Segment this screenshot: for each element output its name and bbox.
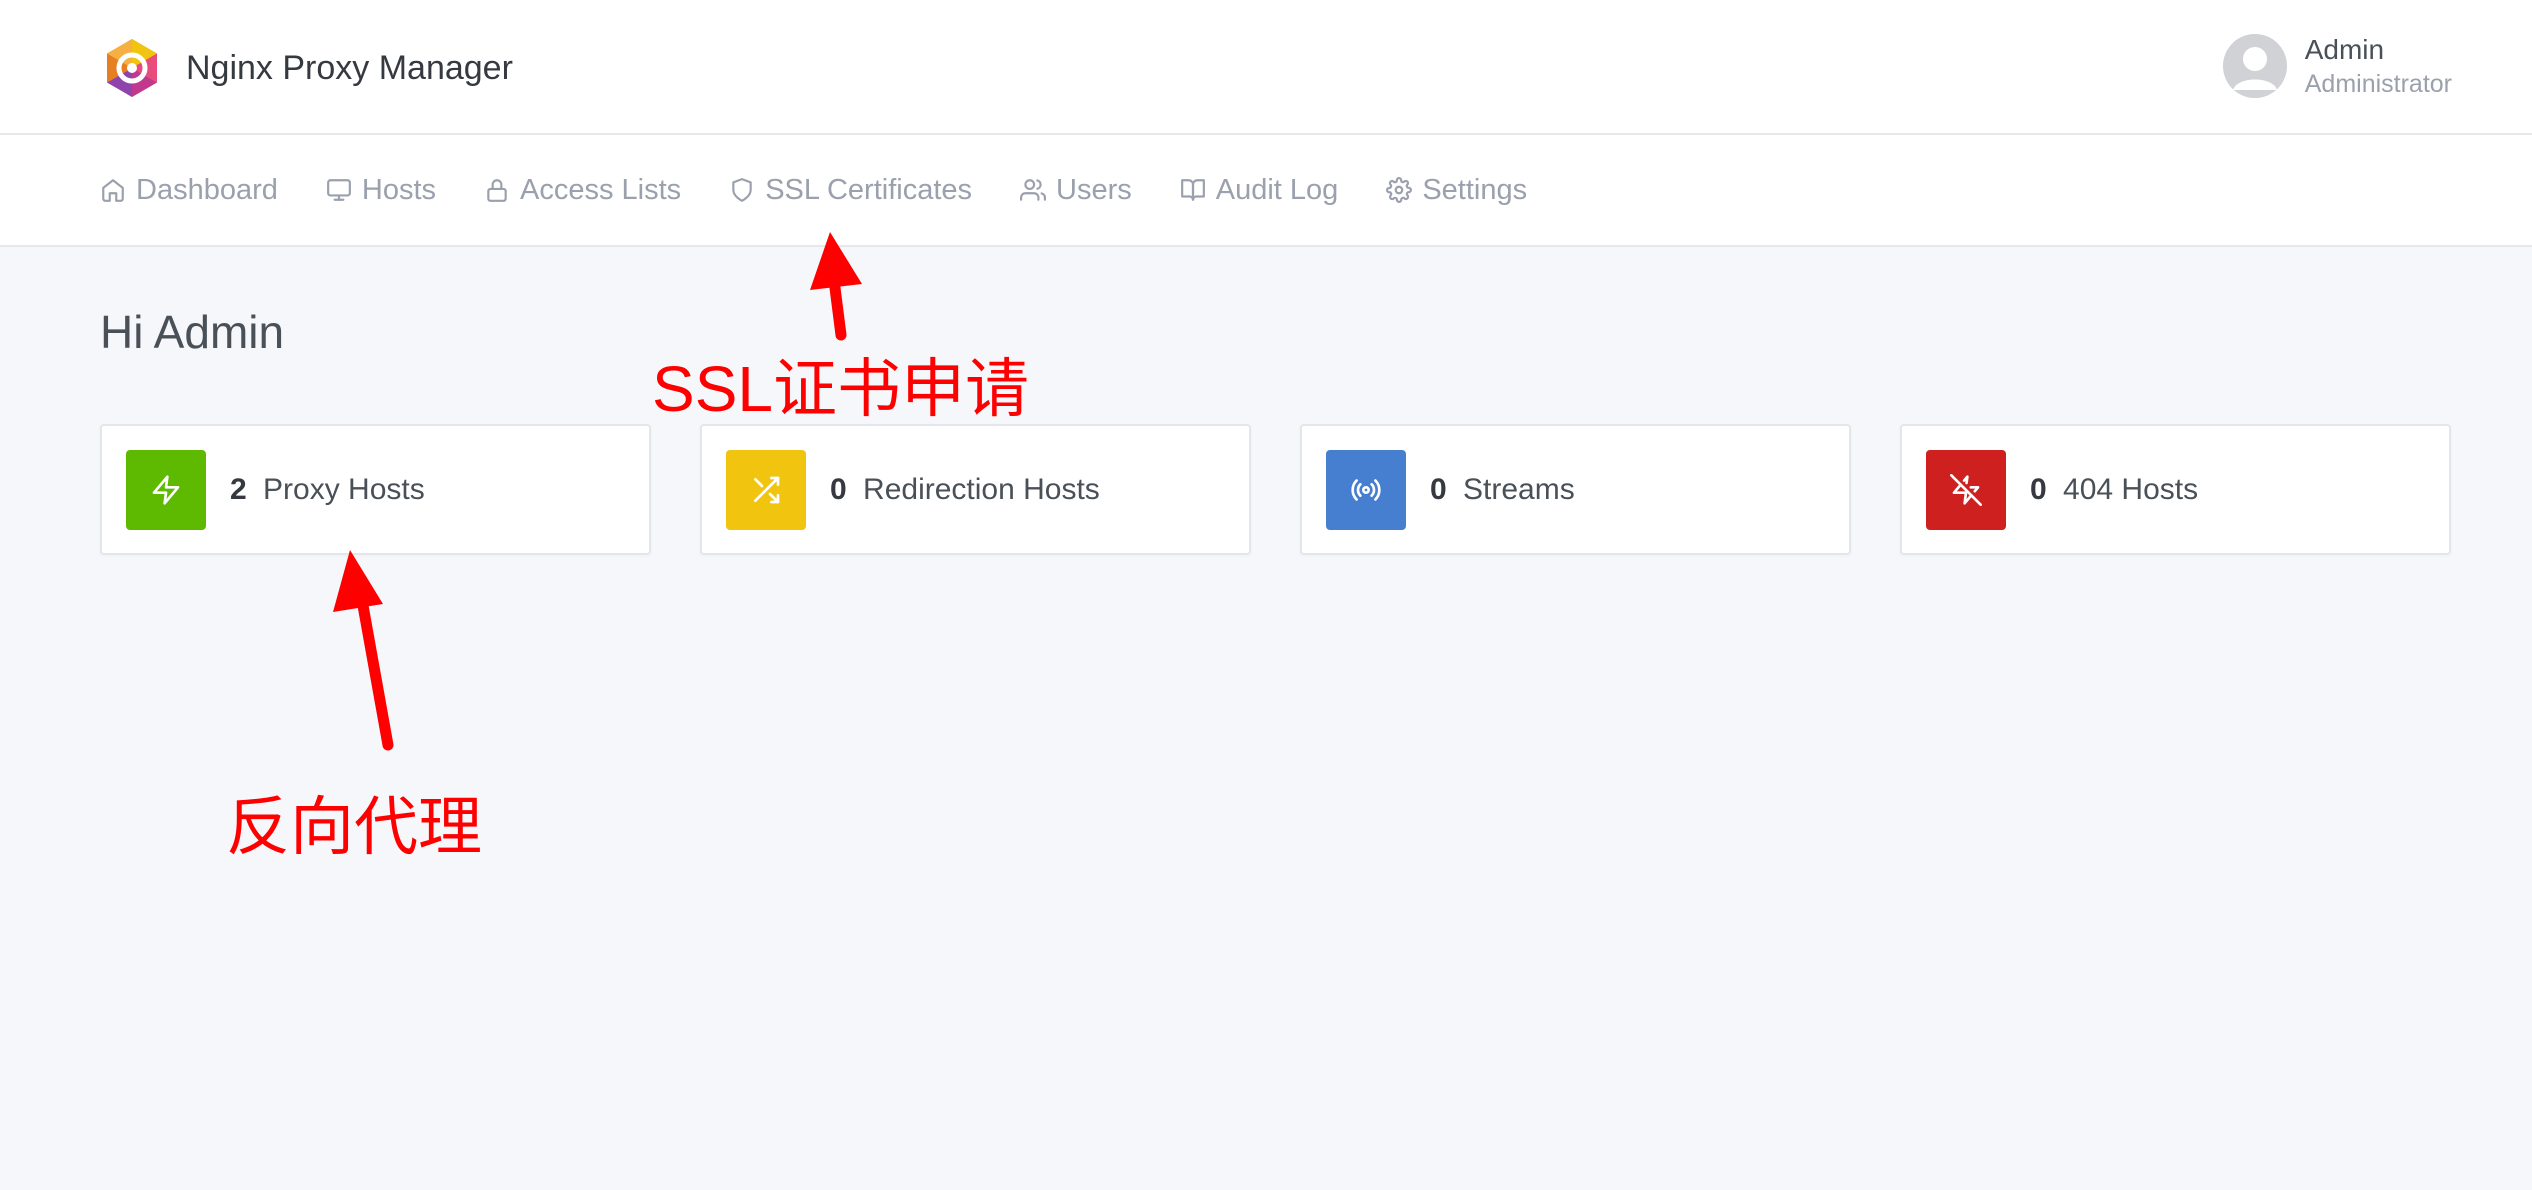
top-header: Nginx Proxy Manager Admin Administrator	[0, 0, 2532, 135]
nav-item-users[interactable]: Users	[1020, 174, 1132, 207]
user-menu[interactable]: Admin Administrator	[2222, 32, 2452, 100]
card-icon-bg	[726, 449, 806, 530]
nav-item-label: Settings	[1422, 173, 1528, 206]
card-count: 0	[830, 472, 847, 506]
shuffle-icon	[754, 476, 780, 503]
stats-cards: 2 Proxy Hosts 0 Redirection Hosts 0 Stre…	[100, 424, 2451, 555]
card-proxy-hosts[interactable]: 2 Proxy Hosts	[100, 424, 651, 555]
home-icon	[102, 179, 124, 202]
users-icon	[1020, 179, 1047, 201]
nav-item-label: Audit Log	[1215, 173, 1339, 206]
gear-icon	[1386, 177, 1413, 203]
card-count: 0	[2030, 472, 2047, 506]
nav-item-dashboard[interactable]: Dashboard	[100, 174, 278, 207]
arrow-to-proxy-hosts	[333, 550, 394, 751]
radio-icon	[1351, 478, 1381, 501]
nav-item-label: Access Lists	[520, 173, 682, 206]
card-icon-bg	[1926, 449, 2006, 530]
annotation-proxy: 反向代理	[226, 791, 482, 863]
monitor-icon	[326, 179, 351, 201]
nav-item-access-lists[interactable]: Access Lists	[484, 174, 681, 207]
lightning-icon	[152, 474, 180, 505]
user-role: Administrator	[2304, 70, 2452, 98]
annotation-ssl: SSL证书申请	[652, 353, 1029, 425]
shield-icon	[732, 178, 752, 202]
nav-item-hosts[interactable]: Hosts	[326, 174, 436, 207]
nav-item-audit-log[interactable]: Audit Log	[1180, 173, 1339, 207]
avatar[interactable]	[2222, 34, 2287, 98]
app-title: Nginx Proxy Manager	[186, 48, 513, 87]
nginx-proxy-manager-logo-icon	[107, 39, 157, 97]
card-redirection-hosts[interactable]: 0 Redirection Hosts	[700, 424, 1251, 555]
brand[interactable]: Nginx Proxy Manager	[100, 36, 513, 100]
nav-item-label: Hosts	[361, 173, 437, 206]
lock-icon	[487, 179, 507, 202]
nav-item-label: Users	[1056, 173, 1132, 206]
card-404-hosts[interactable]: 0 404 Hosts	[1900, 424, 2451, 555]
nav-item-ssl-certificates[interactable]: SSL Certificates	[729, 174, 972, 207]
nav-item-label: Dashboard	[136, 173, 278, 206]
card-icon-bg	[126, 449, 206, 530]
book-icon	[1180, 179, 1205, 201]
page-greeting: Hi Admin	[100, 306, 285, 358]
card-streams[interactable]: 0 Streams	[1300, 424, 1851, 555]
user-placeholder-icon	[2222, 34, 2287, 98]
card-icon-bg	[1326, 449, 1406, 530]
zap-off-icon	[1950, 473, 1982, 506]
arrow-to-ssl-certificates	[810, 232, 862, 341]
nav-item-settings[interactable]: Settings	[1386, 174, 1527, 207]
card-count: 2	[230, 472, 247, 506]
card-label: Proxy Hosts	[263, 472, 425, 506]
main-nav: Dashboard Hosts Access Lists SSL Certifi…	[0, 135, 2532, 247]
user-name: Admin	[2304, 34, 2385, 65]
card-label: 404 Hosts	[2063, 472, 2199, 506]
card-label: Redirection Hosts	[863, 472, 1100, 506]
nav-item-label: SSL Certificates	[765, 173, 973, 206]
card-count: 0	[1430, 472, 1447, 506]
card-label: Streams	[1463, 472, 1575, 506]
